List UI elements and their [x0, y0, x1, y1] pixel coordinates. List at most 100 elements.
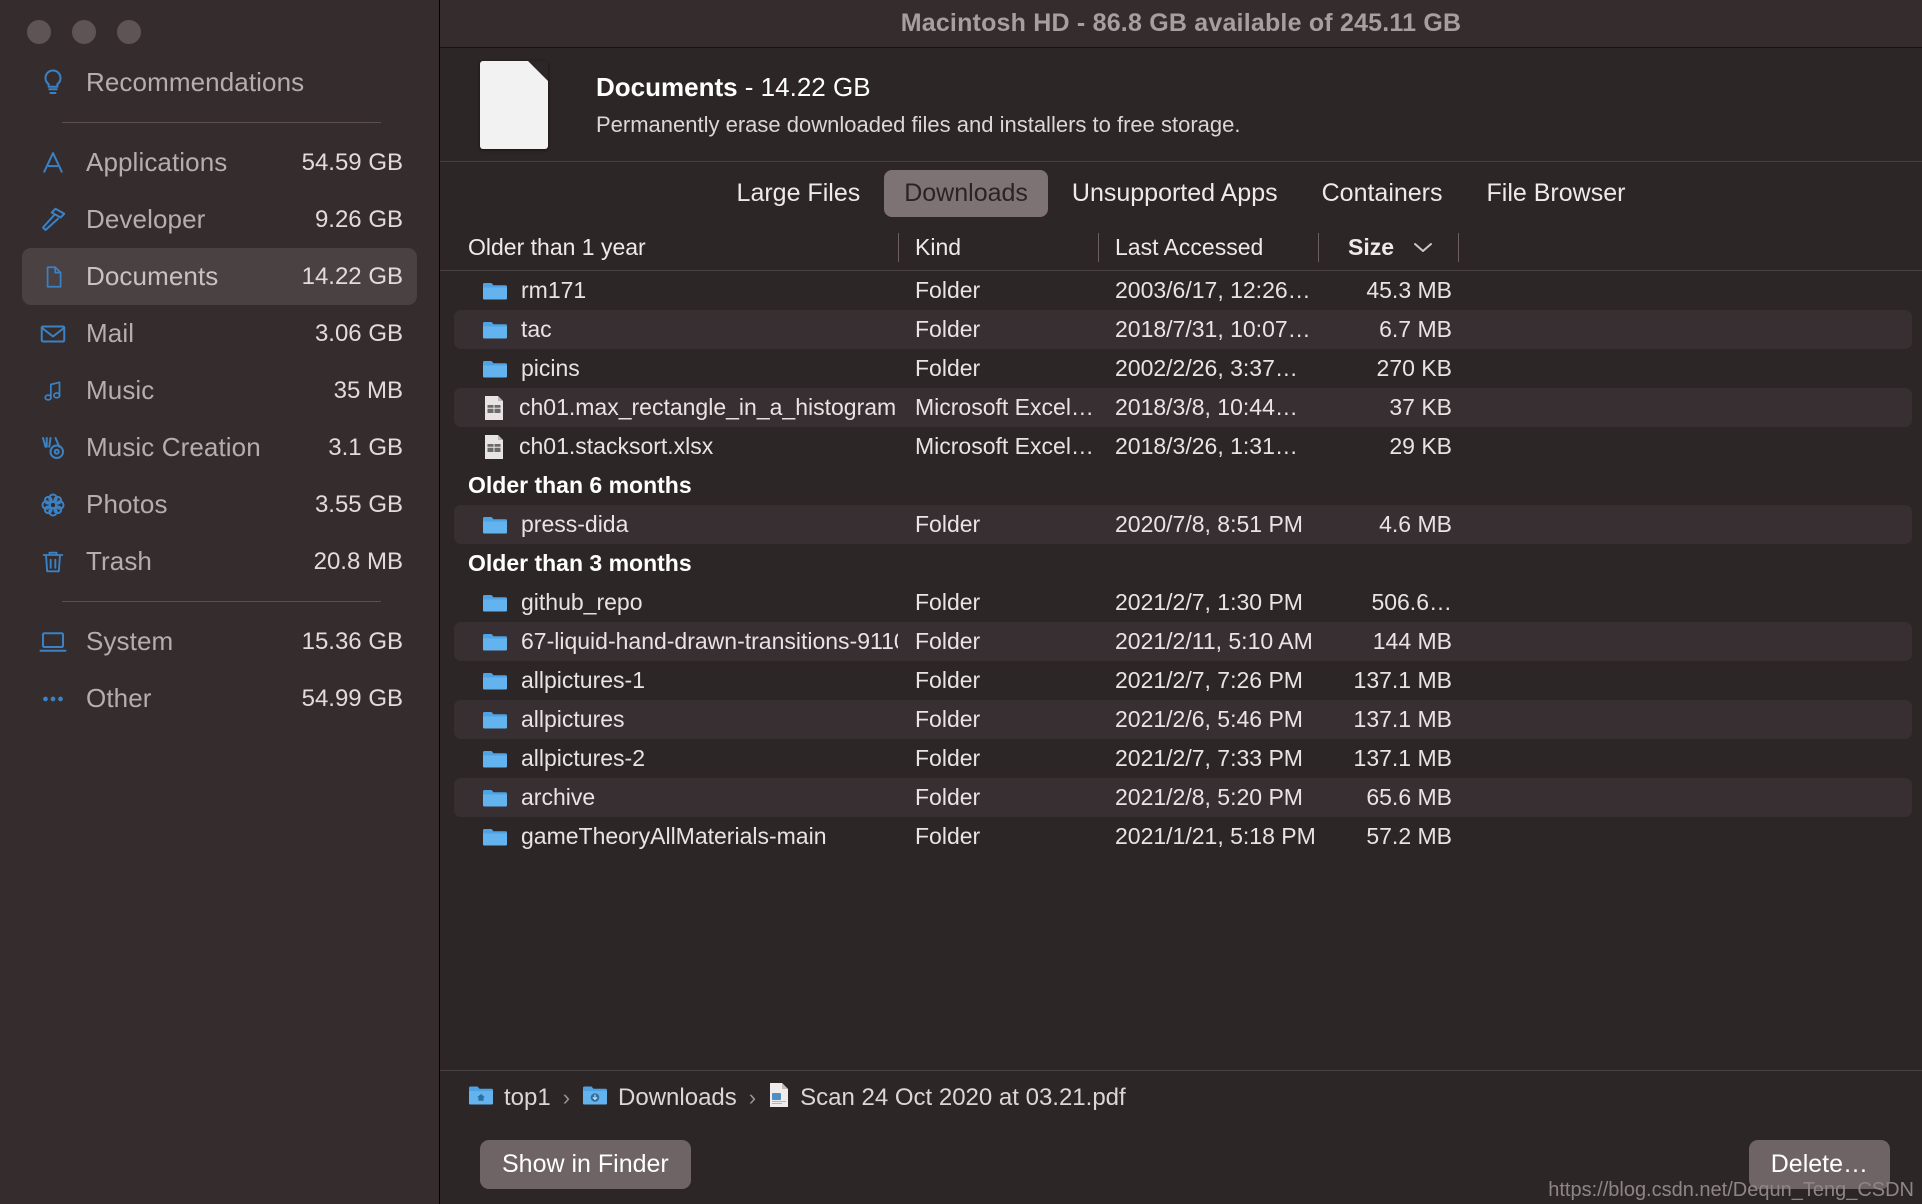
show-in-finder-button[interactable]: Show in Finder	[480, 1139, 691, 1189]
table-row[interactable]: github_repo Folder 2021/2/7, 1:30 PM 506.6…	[454, 583, 1912, 622]
file-name-label: ch01.max_rectangle_in_a_histogram.xl…	[519, 394, 898, 420]
file-name-cell: picins	[482, 355, 898, 382]
large-document-icon	[480, 60, 584, 149]
file-last-accessed-cell: 2018/7/31, 10:07…	[1115, 316, 1311, 342]
file-size-cell: 29 KB	[1389, 433, 1452, 459]
file-size-cell: 4.6 MB	[1379, 511, 1452, 537]
breadcrumb-label: Scan 24 Oct 2020 at 03.21.pdf	[800, 1083, 1126, 1111]
sidebar-item-music-creation[interactable]: Music Creation 3.1 GB	[22, 419, 417, 476]
sidebar-item-label: Developer	[86, 204, 206, 234]
table-row[interactable]: 67-liquid-hand-drawn-transitions-9110… Fo…	[454, 622, 1912, 661]
file-kind-cell: Folder	[915, 277, 981, 303]
file-name-label: rm171	[521, 277, 587, 303]
column-header-last-accessed[interactable]: Last Accessed	[1098, 224, 1318, 271]
tab-downloads[interactable]: Downloads	[884, 169, 1048, 217]
photos-flower-icon	[36, 490, 70, 520]
excel-icon	[482, 434, 506, 460]
storage-management-window: Recommendations Applications 54.59 GB Devel…	[0, 0, 1922, 1204]
sidebar-item-size: 15.36 GB	[301, 627, 403, 655]
sidebar-item-music[interactable]: Music 35 MB	[22, 362, 417, 419]
file-kind-cell: Folder	[915, 706, 981, 732]
folder-icon	[482, 709, 508, 730]
file-name-cell: github_repo	[482, 589, 898, 616]
downloads-folder-icon	[582, 1084, 608, 1111]
file-kind-cell: Folder	[915, 589, 981, 615]
breadcrumb-item[interactable]: Scan 24 Oct 2020 at 03.21.pdf	[768, 1082, 1126, 1113]
table-row[interactable]: gameTheoryAllMaterials-main Folder 2021/1/…	[454, 817, 1912, 856]
sidebar-item-trash[interactable]: Trash 20.8 MB	[22, 533, 417, 590]
folder-icon	[482, 631, 508, 652]
table-row[interactable]: allpictures-1 Folder 2021/2/7, 7:26 PM 137.…	[454, 661, 1912, 700]
column-header-kind-label: Kind	[915, 233, 962, 260]
file-name-label: allpictures-2	[521, 745, 645, 771]
document-icon	[36, 262, 70, 292]
footer-toolbar: Show in Finder Delete… https://blog.csdn…	[440, 1124, 1922, 1204]
file-name-cell: tac	[482, 316, 898, 343]
sidebar-item-label: Music Creation	[86, 432, 261, 462]
column-header-size[interactable]: Size	[1318, 224, 1458, 271]
file-size-cell: 137.1 MB	[1353, 706, 1452, 732]
breadcrumb-item[interactable]: Downloads	[582, 1084, 737, 1112]
breadcrumb-label: Downloads	[618, 1083, 737, 1111]
file-name-label: tac	[521, 316, 552, 342]
file-kind-cell: Folder	[915, 511, 981, 537]
table-row[interactable]: ch01.max_rectangle_in_a_histogram.xl… Mic…	[454, 388, 1912, 427]
table-row[interactable]: tac Folder 2018/7/31, 10:07… 6.7 MB	[454, 310, 1912, 349]
file-kind-cell: Folder	[915, 745, 981, 771]
sidebar-item-mail[interactable]: Mail 3.06 GB	[22, 305, 417, 362]
file-last-accessed-cell: 2018/3/8, 10:44…	[1115, 394, 1298, 420]
sidebar-item-label: Photos	[86, 489, 168, 519]
breadcrumb: top1 › Downloads › Scan 24 Oct 2020 at 03.21…	[440, 1070, 1922, 1124]
tab-unsupported-apps[interactable]: Unsupported Apps	[1052, 170, 1298, 217]
sidebar-item-system[interactable]: System 15.36 GB	[22, 613, 417, 670]
file-name-label: allpictures-1	[521, 667, 645, 693]
sidebar-item-developer[interactable]: Developer 9.26 GB	[22, 191, 417, 248]
sidebar-item-size: 20.8 MB	[313, 547, 403, 575]
sidebar-item-other[interactable]: Other 54.99 GB	[22, 670, 417, 727]
pdf-file-icon	[768, 1082, 790, 1113]
column-divider	[1458, 232, 1459, 262]
table-row[interactable]: picins Folder 2002/2/26, 3:37… 270 KB	[454, 349, 1912, 388]
sidebar-item-recommendations[interactable]: Recommendations	[22, 54, 417, 111]
file-name-cell: gameTheoryAllMaterials-main	[482, 823, 898, 850]
sidebar-divider	[62, 601, 381, 602]
file-list[interactable]: rm171 Folder 2003/6/17, 12:26… 45.3 MB tac Fo…	[440, 271, 1922, 1070]
table-row[interactable]: archive Folder 2021/2/8, 5:20 PM 65.6 MB	[454, 778, 1912, 817]
column-header-name[interactable]: Older than 1 year	[468, 224, 898, 271]
file-last-accessed-cell: 2020/7/8, 8:51 PM	[1115, 511, 1303, 537]
group-header: Older than 3 months	[468, 550, 692, 576]
lightbulb-icon	[36, 68, 70, 98]
minimize-window-button[interactable]	[72, 20, 96, 44]
close-window-button[interactable]	[27, 20, 51, 44]
file-size-cell: 506.6…	[1371, 589, 1452, 615]
sidebar-item-label: Music	[86, 375, 155, 405]
file-last-accessed-cell: 2021/1/21, 5:18 PM	[1115, 823, 1316, 849]
file-kind-cell: Folder	[915, 784, 981, 810]
column-header-kind[interactable]: Kind	[898, 224, 1098, 271]
table-row[interactable]: ch01.stacksort.xlsx Microsoft Excel… 2018/…	[454, 427, 1912, 466]
table-row[interactable]: allpictures Folder 2021/2/6, 5:46 PM 137.1 …	[454, 700, 1912, 739]
tab-large-files[interactable]: Large Files	[717, 170, 881, 217]
sidebar-item-documents[interactable]: Documents 14.22 GB	[22, 248, 417, 305]
sidebar-item-label: Mail	[86, 318, 135, 348]
sidebar-item-size: 54.99 GB	[301, 684, 403, 712]
folder-icon	[482, 748, 508, 769]
sidebar-item-photos[interactable]: Photos 3.55 GB	[22, 476, 417, 533]
sidebar-item-applications[interactable]: Applications 54.59 GB	[22, 134, 417, 191]
folder-icon	[482, 670, 508, 691]
file-size-cell: 137.1 MB	[1353, 667, 1452, 693]
breadcrumb-separator-icon: ›	[562, 1084, 571, 1110]
table-row[interactable]: rm171 Folder 2003/6/17, 12:26… 45.3 MB	[454, 271, 1912, 310]
breadcrumb-item[interactable]: top1	[468, 1084, 551, 1112]
tab-containers[interactable]: Containers	[1302, 170, 1463, 217]
table-row[interactable]: allpictures-2 Folder 2021/2/7, 7:33 PM 137.…	[454, 739, 1912, 778]
file-last-accessed-cell: 2021/2/7, 7:33 PM	[1115, 745, 1303, 771]
sidebar-item-label: Applications	[86, 147, 228, 177]
sidebar: Recommendations Applications 54.59 GB Devel…	[0, 0, 440, 1204]
file-size-cell: 144 MB	[1372, 628, 1452, 654]
table-row[interactable]: press-dida Folder 2020/7/8, 8:51 PM 4.6 MB	[454, 505, 1912, 544]
tab-file-browser[interactable]: File Browser	[1467, 170, 1646, 217]
breadcrumb-separator-icon: ›	[748, 1084, 757, 1110]
zoom-window-button[interactable]	[117, 20, 141, 44]
file-name-cell: allpictures	[482, 706, 898, 733]
